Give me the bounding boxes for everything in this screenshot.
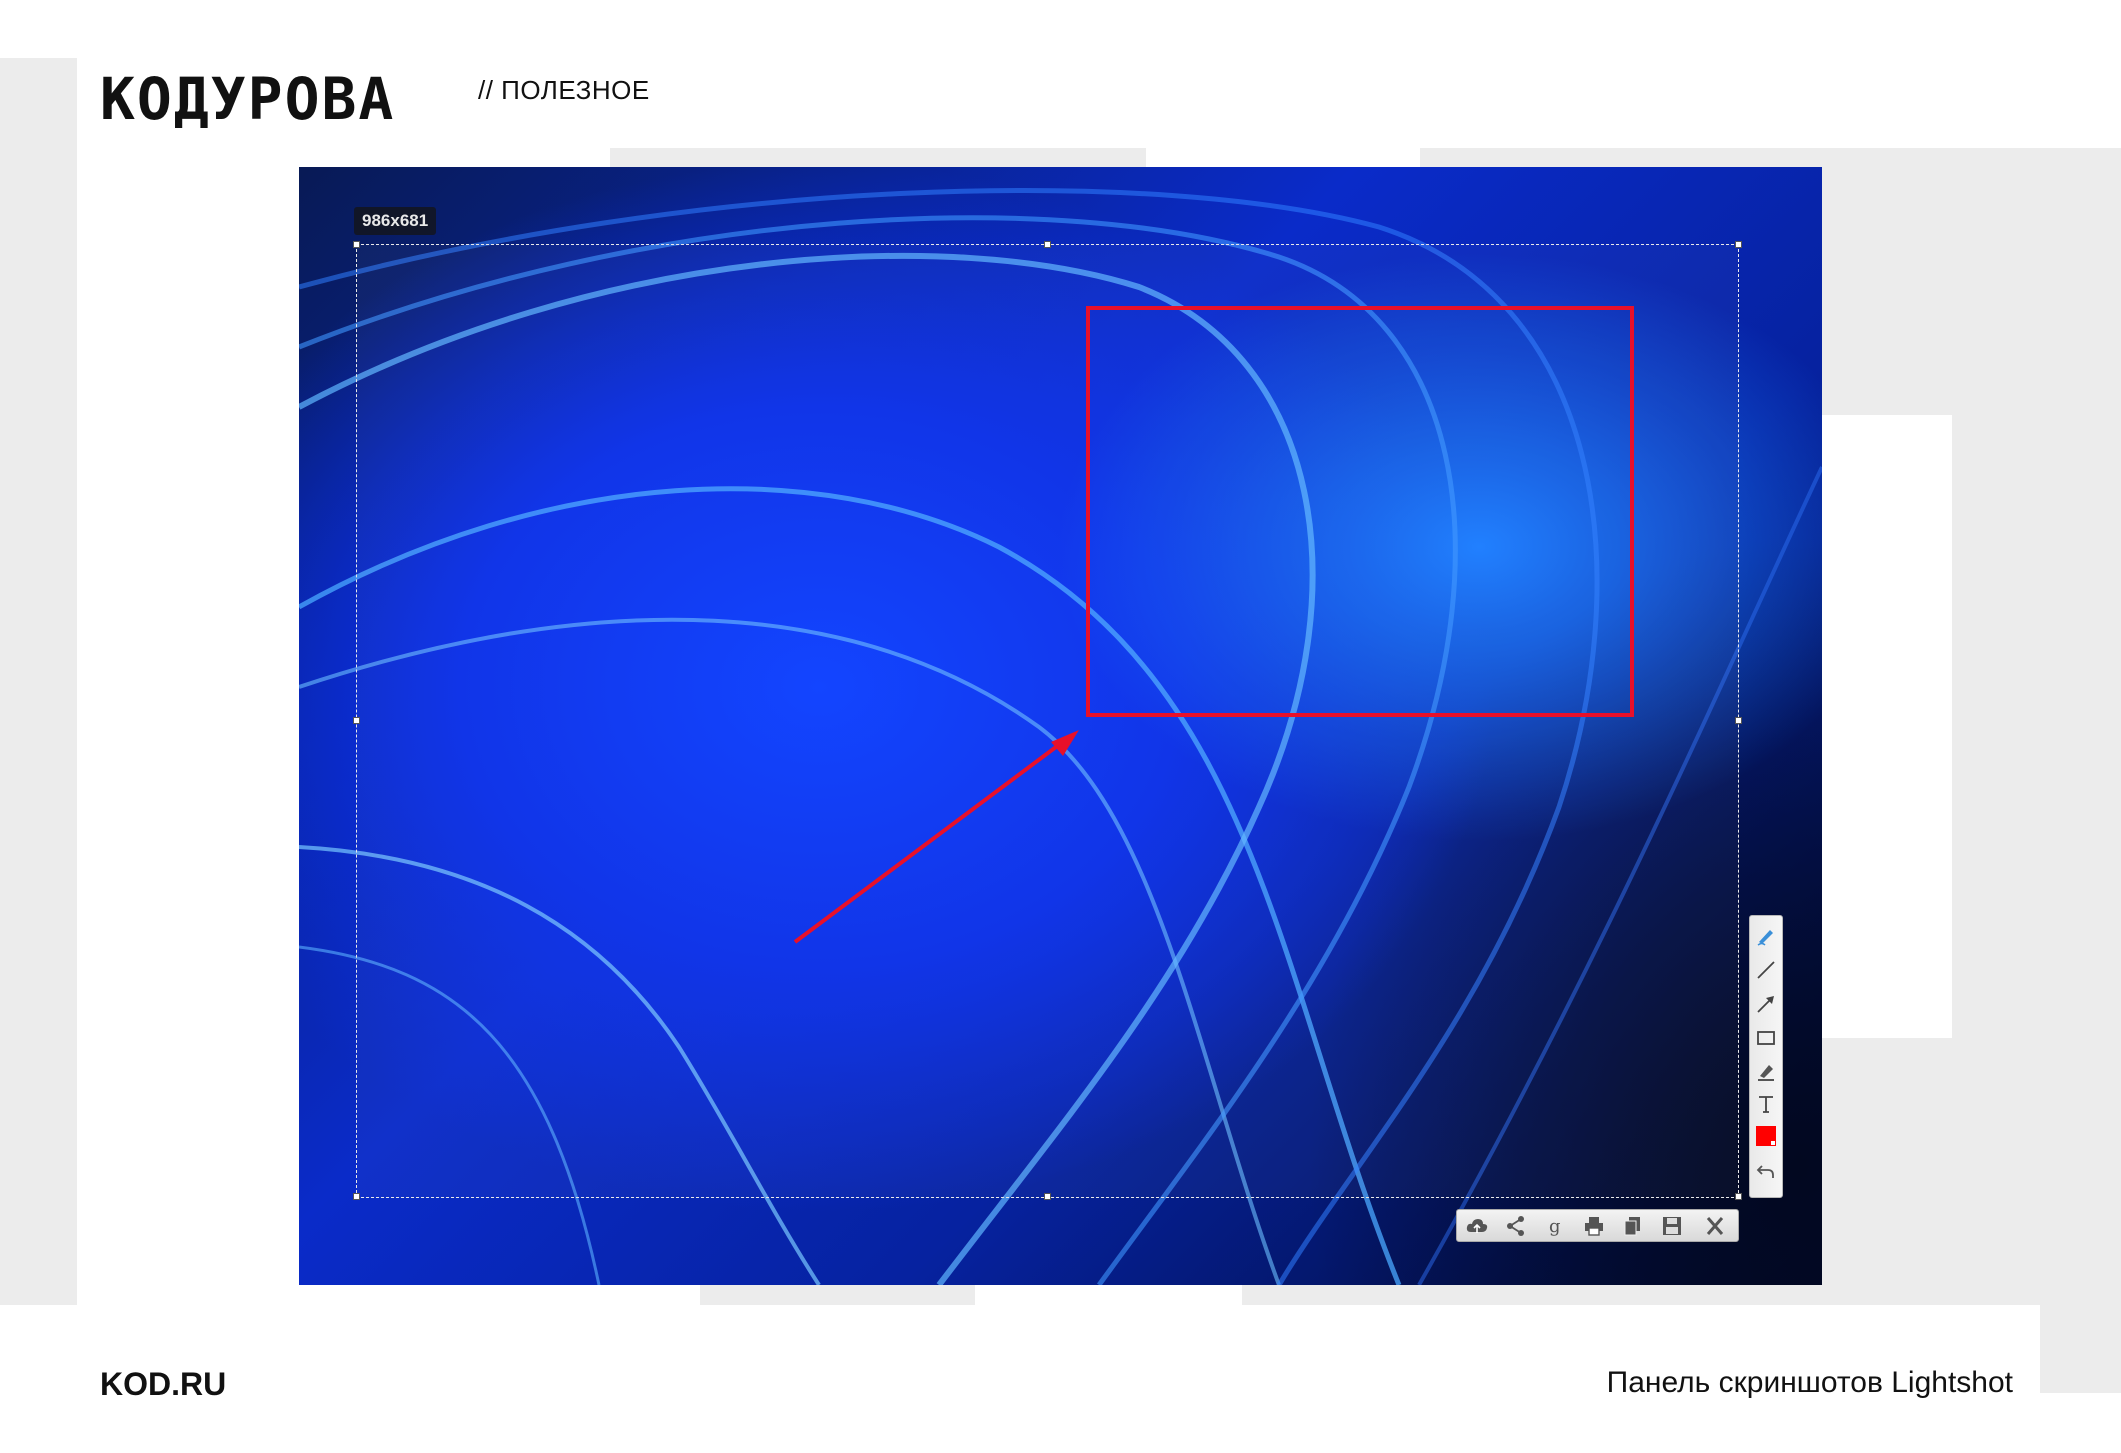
footer-site-link[interactable]: KOD.RU (100, 1366, 226, 1403)
color-picker-icon[interactable] (1754, 1124, 1778, 1148)
bg-block (165, 415, 299, 1038)
lightshot-screenshot: 986x681 g (299, 167, 1822, 1285)
bg-block (1242, 1285, 1509, 1307)
actions-panel: g (1456, 1209, 1739, 1242)
upload-cloud-icon[interactable] (1463, 1213, 1491, 1239)
arrow-icon[interactable] (1754, 992, 1778, 1016)
share-icon[interactable] (1502, 1213, 1530, 1239)
bg-block (700, 1285, 975, 1307)
close-icon[interactable] (1701, 1213, 1729, 1239)
footer-caption: Панель скриншотов Lightshot (1606, 1366, 2013, 1399)
save-icon[interactable] (1658, 1213, 1686, 1239)
rectangle-icon[interactable] (1754, 1026, 1778, 1050)
text-icon[interactable] (1754, 1092, 1778, 1116)
bg-block (0, 58, 77, 1308)
line-icon[interactable] (1754, 958, 1778, 982)
svg-text:g: g (1549, 1216, 1561, 1237)
google-search-icon[interactable]: g (1541, 1213, 1569, 1239)
undo-icon[interactable] (1754, 1159, 1778, 1183)
annotation-arrow (793, 730, 1079, 944)
copy-icon[interactable] (1619, 1213, 1647, 1239)
pen-icon[interactable] (1754, 924, 1778, 948)
print-icon[interactable] (1580, 1213, 1608, 1239)
section-label: // ПОЛЕЗНОЕ (478, 75, 650, 105)
bg-block (1822, 415, 1952, 1038)
site-logo[interactable]: КОДУРОВА (100, 70, 395, 128)
drawing-tools-panel (1749, 915, 1783, 1198)
marker-icon[interactable] (1754, 1060, 1778, 1084)
